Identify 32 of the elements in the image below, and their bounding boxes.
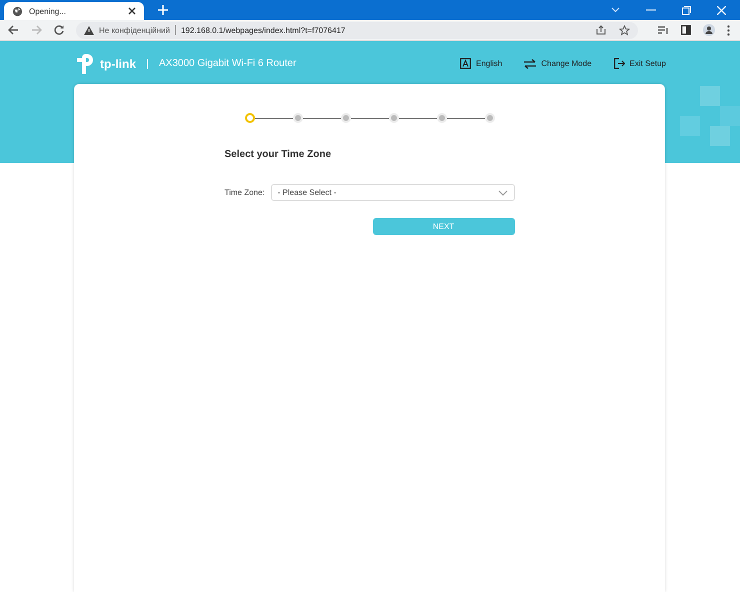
browser-tab[interactable]: Opening... <box>4 2 144 20</box>
minimize-icon[interactable] <box>646 9 656 11</box>
warning-icon <box>84 26 94 34</box>
playlist-icon[interactable] <box>658 26 669 34</box>
swap-icon <box>524 58 536 68</box>
product-name: AX3000 Gigabit Wi-Fi 6 Router <box>159 58 296 69</box>
profile-icon[interactable] <box>703 24 715 36</box>
address-field[interactable]: Не конфіденційний 192.168.0.1/webpages/index.html?t=f7076417 <box>76 22 638 38</box>
back-icon[interactable] <box>8 25 19 35</box>
close-icon[interactable] <box>128 7 136 15</box>
star-icon[interactable] <box>619 24 630 36</box>
url-text: 192.168.0.1/webpages/index.html?t=f7076417 <box>180 26 346 34</box>
security-label: Не конфіденційний <box>99 26 170 34</box>
logo-icon <box>76 54 94 74</box>
header-link[interactable]: Exit Setup <box>614 58 666 69</box>
share-icon[interactable] <box>596 25 606 35</box>
restore-icon[interactable] <box>682 6 691 14</box>
section-title: Select your Time Zone <box>224 149 332 160</box>
exit-icon <box>614 58 625 69</box>
chevron-down-icon[interactable] <box>611 7 620 13</box>
chevron-down-icon <box>498 190 508 196</box>
header-link[interactable]: English <box>460 58 502 69</box>
brand-name: tp-link <box>100 56 136 70</box>
time-zone-select[interactable]: - Please Select - <box>270 184 514 201</box>
header-link[interactable]: Change Mode <box>524 58 592 68</box>
side-panel-icon[interactable] <box>681 25 691 35</box>
field-label: Time Zone: <box>224 188 265 197</box>
language-icon <box>460 58 472 69</box>
tab-title: Opening... <box>29 6 67 16</box>
menu-icon[interactable] <box>727 24 730 36</box>
reload-icon[interactable] <box>54 25 64 35</box>
new-tab-icon[interactable] <box>158 5 168 15</box>
